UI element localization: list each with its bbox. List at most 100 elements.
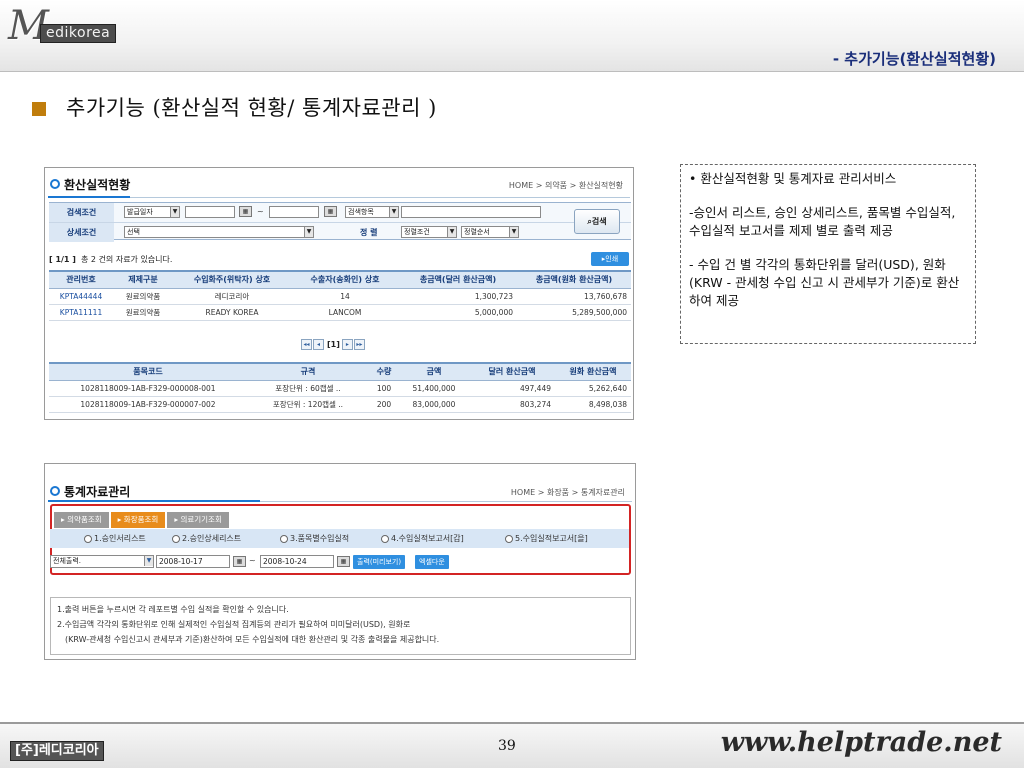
footer: [주]레디코리아 39 www.helptrade.net <box>0 724 1024 768</box>
radio-label: 3.품목별수입실적 <box>290 534 350 543</box>
tab-medical-device[interactable]: ▸ 의료기기조회 <box>167 512 229 528</box>
radio-label: 2.승인상세리스트 <box>182 534 242 543</box>
statistics-management-screenshot: 통계자료관리 HOME > 화장품 > 통계자료관리 ▸ 의약품조회 ▸ 화장품조… <box>44 463 636 660</box>
breadcrumb: HOME > 의약품 > 환산실적현황 <box>508 181 623 190</box>
date-to-input[interactable]: 2008-10-24 <box>260 555 334 568</box>
cell: 원료의약품 <box>113 288 173 305</box>
table-row[interactable]: 1028118009-1AB-F329-000007-002 포장단위 : 12… <box>49 396 631 413</box>
select-value: 전체출력. <box>53 557 81 565</box>
col-header: 수량 <box>369 362 399 381</box>
report-type-radios: 1.승인서리스트 2.승인상세리스트 3.품목별수입실적 4.수입실적보고서[갑… <box>50 529 629 548</box>
radio-label: 5.수입실적보고서[을] <box>515 534 588 543</box>
panel-title: 통계자료관리 <box>64 485 131 499</box>
dropdown-arrow-icon: ▼ <box>304 227 313 237</box>
title-bullet-icon <box>32 102 46 116</box>
description-item: -승인서 리스트, 승인 상세리스트, 품목별 수입실적, 수입실적 보고서를 … <box>689 205 956 238</box>
cell: 8,498,038 <box>555 396 631 413</box>
col-header: 품목코드 <box>49 362 247 381</box>
select-value: 발급일자 <box>127 208 153 216</box>
cell[interactable]: KPTA44444 <box>49 288 113 305</box>
print-button[interactable]: ▸인쇄 <box>591 252 629 266</box>
header-bar: M edikorea - 추가기능(환산실적현황) <box>0 0 1024 72</box>
first-page-icon[interactable]: ◂◂ <box>301 339 312 350</box>
col-header: 금액 <box>399 362 469 381</box>
search-button[interactable]: ⌕검색 <box>574 209 620 234</box>
company-logo: [주]레디코리아 <box>10 741 104 761</box>
title-underline <box>48 196 130 198</box>
col-header: 관리번호 <box>49 270 113 289</box>
table-row[interactable]: KPTA11111 원료의약품 READY KOREA LANCOM 5,000… <box>49 304 631 321</box>
search-keyword-input[interactable] <box>401 206 541 218</box>
next-page-icon[interactable]: ▸ <box>341 339 353 350</box>
radio-circle-icon <box>381 534 389 543</box>
col-header: 수출자(송화인) 상호 <box>291 270 399 289</box>
header-divider <box>48 197 630 198</box>
date-to-input[interactable] <box>269 206 319 218</box>
sort-field-select[interactable]: 정렬조건 ▼ <box>401 226 457 238</box>
cell: 포장단위 : 60캡셀 .. <box>247 380 369 397</box>
last-page-icon[interactable]: ▸▸ <box>353 339 365 350</box>
tilde: ~ <box>257 207 264 216</box>
radio-report-eul[interactable]: 5.수입실적보고서[을] <box>505 533 588 544</box>
calendar-icon[interactable]: ▦ <box>239 206 252 217</box>
bullet-circle-icon <box>50 179 60 189</box>
category-tabs: ▸ 의약품조회 ▸ 화장품조회 ▸ 의료기기조회 <box>54 507 231 528</box>
date-from-input[interactable] <box>185 206 235 218</box>
prev-page-icon[interactable]: ◂ <box>313 339 324 350</box>
cell[interactable]: KPTA11111 <box>49 304 113 321</box>
note-line: 2.수입금액 각각의 통화단위로 인해 실제적인 수입실적 집계등의 관리가 필… <box>57 620 411 629</box>
col-header: 달러 환산금액 <box>469 362 555 381</box>
tilde: ~ <box>249 556 256 565</box>
cell: 1,300,723 <box>399 288 517 305</box>
panel-title: 환산실적현황 <box>64 178 131 192</box>
detail-table: 품목코드 규격 수량 금액 달러 환산금액 원화 환산금액 1028118009… <box>49 362 631 413</box>
radio-item-import[interactable]: 3.품목별수입실적 <box>280 533 349 544</box>
cell: 원료의약품 <box>113 304 173 321</box>
radio-report-gap[interactable]: 4.수입실적보고서[갑] <box>381 533 464 544</box>
col-header: 수입화주(위탁자) 상호 <box>173 270 291 289</box>
slide-subtitle: - 추가기능(환산실적현황) <box>832 50 996 68</box>
radio-approval-list[interactable]: 1.승인서리스트 <box>84 533 146 544</box>
cell: 497,449 <box>469 380 555 397</box>
radio-label: 1.승인서리스트 <box>94 534 146 543</box>
calendar-icon[interactable]: ▦ <box>324 206 337 217</box>
table-row[interactable]: KPTA44444 원료의약품 레디코리아 14 1,300,723 13,76… <box>49 288 631 305</box>
date-from-input[interactable]: 2008-10-17 <box>156 555 230 568</box>
tab-pharma[interactable]: ▸ 의약품조회 <box>54 512 109 528</box>
tab-cosmetics[interactable]: ▸ 화장품조회 <box>110 512 166 528</box>
search-button-label: 검색 <box>591 217 607 226</box>
logo-text: edikorea <box>40 24 117 43</box>
table-row[interactable]: 1028118009-1AB-F329-000008-001 포장단위 : 60… <box>49 380 631 397</box>
slide: M edikorea - 추가기능(환산실적현황) 추가기능 (환산실적 현황/… <box>0 0 1024 768</box>
date-type-select[interactable]: 발급일자 ▼ <box>124 206 180 218</box>
calendar-icon[interactable]: ▦ <box>337 556 350 567</box>
calendar-icon[interactable]: ▦ <box>233 556 246 567</box>
col-header: 규격 <box>247 362 369 381</box>
radio-label: 4.수입실적보고서[갑] <box>391 534 464 543</box>
cell: 100 <box>369 380 399 397</box>
select-value: 정렬순서 <box>464 228 490 236</box>
col-header: 제제구분 <box>113 270 173 289</box>
select-value: 검색항목 <box>348 208 374 216</box>
conversion-status-screenshot: 환산실적현황 HOME > 의약품 > 환산실적현황 검색조건 발급일자 ▼ ▦ … <box>44 167 634 420</box>
sort-order-select[interactable]: 정렬순서 ▼ <box>461 226 519 238</box>
radio-circle-icon <box>505 534 513 543</box>
slide-title: 추가기능 (환산실적 현황/ 통계자료관리 ) <box>66 96 437 120</box>
search-item-select[interactable]: 검색항목 ▼ <box>345 206 399 218</box>
radio-approval-detail[interactable]: 2.승인상세리스트 <box>172 533 241 544</box>
print-preview-button[interactable]: 출력(미리보기) <box>353 555 406 569</box>
excel-download-button[interactable]: 엑셀다운 <box>415 555 449 569</box>
detail-condition-select[interactable]: 선택 ▼ <box>124 226 314 238</box>
cell: 포장단위 : 120캡셀 .. <box>247 396 369 413</box>
output-select[interactable]: 전체출력. ▼ <box>50 555 154 568</box>
current-page[interactable]: [1] <box>327 340 340 349</box>
sort-label: 정 렬 <box>360 228 378 237</box>
breadcrumb: HOME > 화장품 > 통계자료관리 <box>510 488 625 497</box>
search-form: 검색조건 발급일자 ▼ ▦ ~ ▦ 검색항목 ▼ 상세조건 선택 ▼ 정 렬 정렬조건… <box>49 202 631 242</box>
count-text: 총 2 건의 자료가 있습니다. <box>81 255 173 264</box>
radio-circle-icon <box>280 534 288 543</box>
cell: 5,000,000 <box>399 304 517 321</box>
title-underline <box>48 500 260 502</box>
col-header: 총금액(원화 환산금액) <box>517 270 631 289</box>
cell: READY KOREA <box>173 304 291 321</box>
